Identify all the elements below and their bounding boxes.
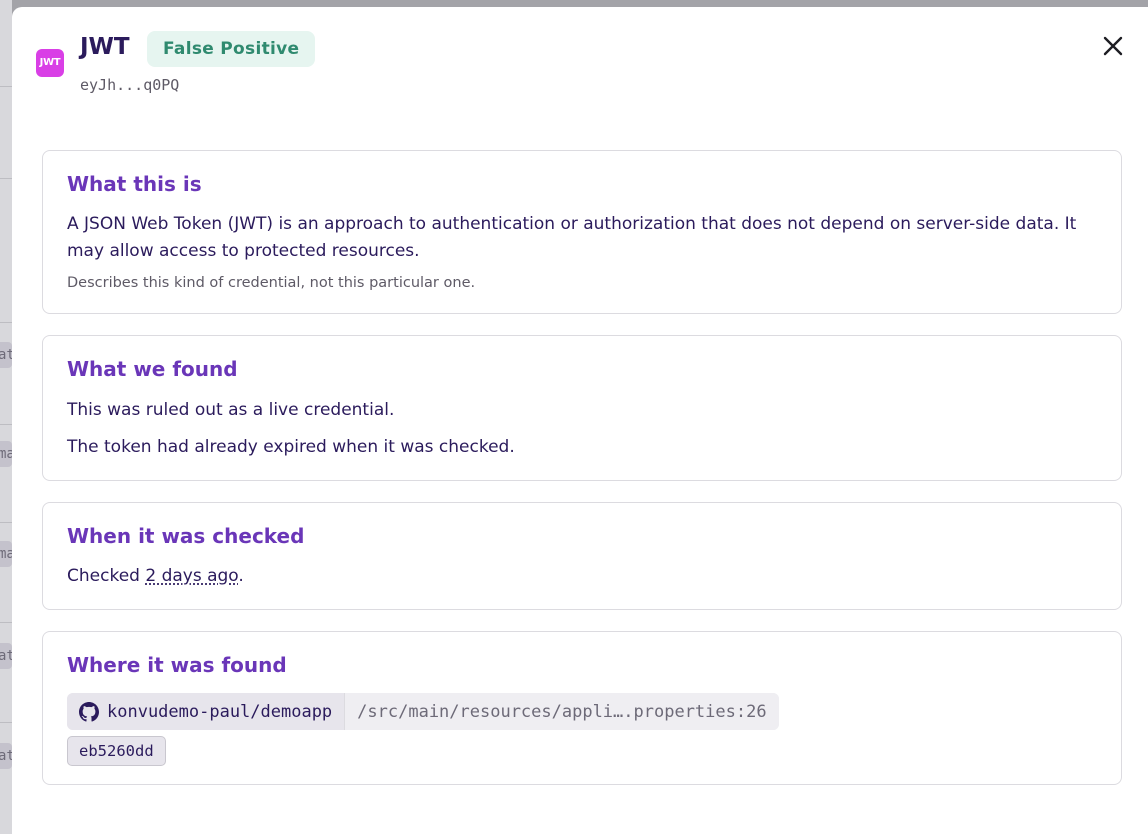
modal-header: JWT JWT False Positive eyJh...q0PQ	[12, 7, 1148, 127]
what-this-is-card: What this is A JSON Web Token (JWT) is a…	[42, 150, 1122, 314]
finding-line: The token had already expired when it wa…	[67, 437, 515, 457]
secret-detail-modal: JWT JWT False Positive eyJh...q0PQ What …	[12, 7, 1148, 834]
file-path: /src/main/resources/appli….properties:26	[357, 701, 767, 722]
background-divider	[0, 722, 12, 723]
close-icon	[1103, 36, 1123, 56]
finding-line: This was ruled out as a live credential.	[67, 400, 395, 420]
commit-hash-badge[interactable]: eb5260dd	[67, 736, 166, 766]
location-link[interactable]: konvudemo-paul/demoapp /src/main/resourc…	[67, 693, 779, 730]
github-icon	[79, 701, 99, 722]
background-divider	[0, 322, 12, 323]
background-divider	[0, 86, 12, 87]
secret-title: JWT	[80, 34, 130, 60]
checked-relative-time: 2 days ago	[145, 566, 239, 586]
when-checked-card: When it was checked Checked 2 days ago.	[42, 502, 1122, 610]
close-button[interactable]	[1100, 33, 1126, 59]
checked-suffix: .	[238, 566, 244, 586]
background-divider	[0, 178, 12, 179]
background-page-strip	[0, 0, 12, 834]
repo-link[interactable]: konvudemo-paul/demoapp	[67, 693, 345, 730]
status-badge: False Positive	[147, 31, 316, 67]
credential-description: A JSON Web Token (JWT) is an approach to…	[67, 214, 1077, 261]
token-preview: eyJh...q0PQ	[80, 76, 180, 94]
background-chip: ma	[0, 541, 12, 567]
background-chip: at	[0, 643, 12, 669]
what-we-found-card: What we found This was ruled out as a li…	[42, 335, 1122, 481]
description-note: Describes this kind of credential, not t…	[67, 275, 476, 291]
when-checked-heading: When it was checked	[67, 524, 305, 548]
background-divider	[0, 424, 12, 425]
what-this-is-heading: What this is	[67, 172, 202, 196]
background-chip: at	[0, 743, 12, 769]
where-found-card: Where it was found konvudemo-paul/demoap…	[42, 631, 1122, 785]
what-we-found-heading: What we found	[67, 357, 238, 381]
repo-name: konvudemo-paul/demoapp	[107, 701, 333, 722]
file-path-link[interactable]: /src/main/resources/appli….properties:26	[344, 693, 779, 730]
background-chip: at	[0, 342, 12, 368]
background-chip: ma	[0, 441, 12, 467]
checked-text: Checked 2 days ago.	[67, 563, 1097, 590]
checked-prefix: Checked	[67, 566, 146, 586]
background-divider	[0, 522, 12, 523]
where-found-heading: Where it was found	[67, 653, 287, 677]
background-divider	[0, 622, 12, 623]
jwt-type-icon: JWT	[36, 49, 64, 77]
